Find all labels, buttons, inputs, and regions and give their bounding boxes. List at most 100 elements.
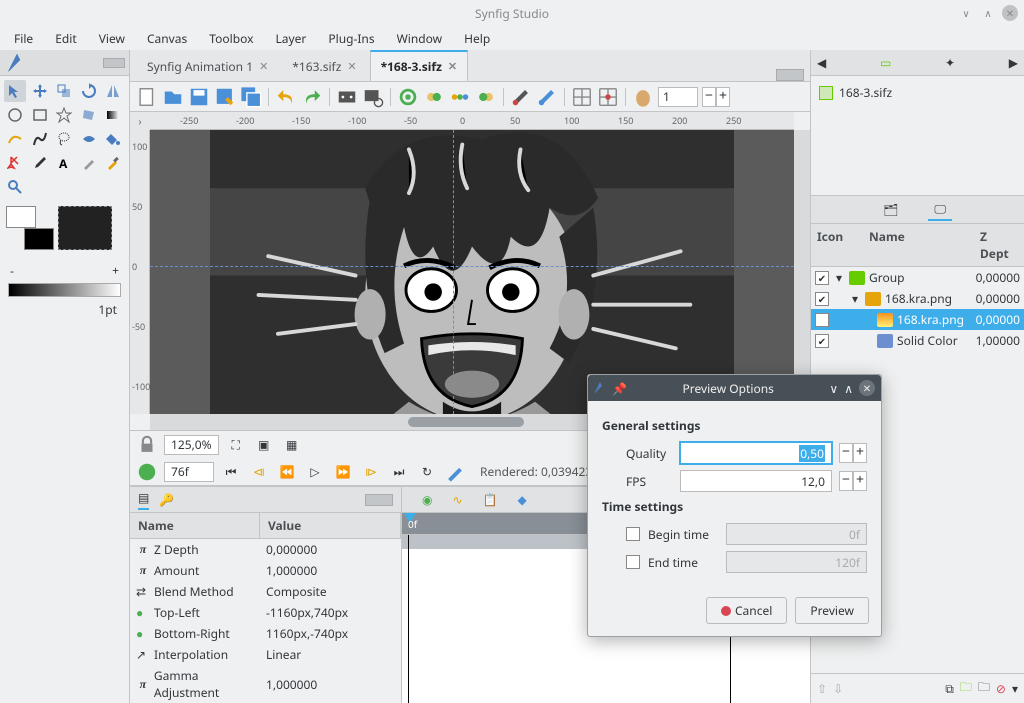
file-item[interactable]: 168-3.sifz	[817, 82, 1018, 103]
onion-next-icon[interactable]	[423, 86, 445, 108]
layer-row[interactable]: ✔ 168.kra.png 0,00000	[811, 309, 1024, 330]
menu-window[interactable]: Window	[387, 27, 453, 50]
end-time-checkbox[interactable]	[626, 555, 640, 569]
tool-spline[interactable]	[4, 128, 26, 150]
dialog-min-icon[interactable]: ∨	[829, 380, 838, 397]
frame-field[interactable]: 76f	[164, 462, 214, 482]
guide-horizontal[interactable]	[150, 266, 794, 267]
expand-icon[interactable]: ▾	[849, 290, 861, 307]
layer-delete-icon[interactable]: ⊘	[996, 680, 1006, 697]
onion-inner-icon[interactable]	[397, 86, 419, 108]
ruler-horizontal[interactable]: -250-200-150-100-50050100150200250	[150, 112, 794, 130]
tool-polygon[interactable]	[78, 104, 100, 126]
palette-icon[interactable]: ◆	[518, 491, 527, 508]
params-tab-icon[interactable]: ▤	[138, 489, 149, 510]
zoom-field[interactable]: 125,0%	[164, 435, 219, 455]
nav-back-icon[interactable]: ◀	[817, 54, 826, 71]
tool-cutout[interactable]	[4, 152, 26, 174]
visibility-checkbox[interactable]: ✔	[815, 313, 829, 327]
window-max-icon[interactable]: ∧	[980, 5, 996, 21]
tool-smooth-move[interactable]	[29, 80, 51, 102]
close-icon[interactable]: ✕	[259, 59, 268, 74]
tool-width[interactable]	[78, 128, 100, 150]
undo-icon[interactable]	[275, 86, 297, 108]
bone-setup-icon[interactable]	[510, 86, 532, 108]
cancel-button[interactable]: Cancel	[706, 597, 787, 624]
file-saveas-icon[interactable]	[214, 86, 236, 108]
window-min-icon[interactable]: ∨	[958, 5, 974, 21]
onion-skin-icon[interactable]	[632, 86, 654, 108]
layers-tab-icon[interactable]: 🗂	[883, 201, 898, 218]
begin-time-checkbox[interactable]	[626, 527, 640, 541]
onion-prev-icon[interactable]	[475, 86, 497, 108]
preview-button[interactable]: Preview	[795, 597, 869, 624]
tool-draw[interactable]	[29, 128, 51, 150]
navigator-tab-icon[interactable]: ✦	[945, 54, 955, 71]
guide-vertical[interactable]	[453, 130, 454, 414]
curves-icon[interactable]: ∿	[452, 491, 462, 508]
params-col-name[interactable]: Name	[130, 513, 260, 538]
layer-raise-icon[interactable]: ⇧	[817, 680, 827, 697]
close-icon[interactable]: ✕	[448, 59, 457, 74]
tool-circle[interactable]	[4, 104, 26, 126]
col-zdepth[interactable]: Z Dept	[974, 224, 1024, 266]
dialog-titlebar[interactable]: 📌 Preview Options ∨ ∧ ✕	[588, 375, 881, 401]
zoom-grid-icon[interactable]: ▦	[281, 434, 303, 456]
ruler-origin[interactable]: ›	[130, 112, 150, 130]
canvas[interactable]	[150, 130, 794, 414]
tool-mirror[interactable]	[102, 80, 124, 102]
minus-label[interactable]: -	[10, 262, 14, 279]
fps-input[interactable]: 12,0	[680, 470, 832, 492]
lock-aspect-icon[interactable]	[136, 434, 158, 456]
seek-back-icon[interactable]: ⏪	[276, 461, 298, 483]
menu-edit[interactable]: Edit	[45, 27, 86, 50]
layer-row[interactable]: ✔ Solid Color 1,00000	[811, 330, 1024, 351]
redo-icon[interactable]	[301, 86, 323, 108]
seek-prev-key-icon[interactable]: ⧏	[248, 461, 270, 483]
layer-menu-icon[interactable]: ▾	[1012, 680, 1018, 697]
menu-plugins[interactable]: Plug-Ins	[318, 27, 384, 50]
onion-count-input[interactable]: 1	[658, 87, 698, 107]
layer-duplicate-icon[interactable]: ⧉	[945, 680, 954, 697]
current-color-swatch[interactable]	[58, 206, 112, 250]
tool-sketch[interactable]	[78, 152, 100, 174]
dialog-max-icon[interactable]: ∧	[844, 380, 853, 397]
layer-row[interactable]: ✔ ▾ 168.kra.png 0,00000	[811, 288, 1024, 309]
ruler-vertical[interactable]: 100500-50-100	[130, 130, 150, 414]
play-icon[interactable]: ▷	[304, 461, 326, 483]
layer-group-icon[interactable]: 🗀	[960, 678, 972, 699]
col-icon[interactable]: Icon	[811, 224, 863, 266]
seek-next-key-icon[interactable]: ⧐	[360, 461, 382, 483]
tool-zoom[interactable]	[4, 176, 26, 198]
quality-decrement[interactable]: −	[839, 443, 853, 463]
seek-start-icon[interactable]: ⏮	[220, 461, 242, 483]
menu-toolbox[interactable]: Toolbox	[199, 27, 263, 50]
tool-rotate[interactable]	[78, 80, 100, 102]
dock-handle[interactable]	[776, 69, 804, 81]
preview-icon[interactable]	[362, 86, 384, 108]
canvas-browser-tab-icon[interactable]: ▭	[880, 54, 891, 71]
seek-end-icon[interactable]: ⏭	[388, 461, 410, 483]
tab-168-3-sifz[interactable]: *168-3.sifz✕	[370, 50, 469, 81]
tool-fill[interactable]	[102, 128, 124, 150]
layer-row[interactable]: ✔ ▾ Group 0,00000	[811, 267, 1024, 288]
close-icon[interactable]: ✕	[347, 59, 356, 74]
params-body[interactable]: πZ Depth0,000000 πAmount1,000000 ⇄Blend …	[130, 539, 401, 703]
tool-eyedrop[interactable]	[29, 152, 51, 174]
zoom-100-icon[interactable]: ▣	[253, 434, 275, 456]
file-saveall-icon[interactable]	[240, 86, 262, 108]
quality-increment[interactable]: +	[853, 443, 867, 463]
tool-lasso[interactable]	[53, 128, 75, 150]
params-col-value[interactable]: Value	[260, 513, 401, 538]
col-name[interactable]: Name	[863, 224, 974, 266]
tool-transform[interactable]	[4, 80, 26, 102]
fps-decrement[interactable]: −	[839, 471, 853, 491]
menu-canvas[interactable]: Canvas	[137, 27, 197, 50]
tool-text[interactable]: A	[53, 152, 75, 174]
visibility-checkbox[interactable]: ✔	[815, 334, 829, 348]
keyframes-tab-icon[interactable]: 🔑	[159, 491, 174, 508]
window-close-icon[interactable]: ✕	[1002, 5, 1018, 21]
fill-color-swatch[interactable]	[24, 228, 54, 250]
canvas-browser[interactable]: 168-3.sifz	[811, 76, 1024, 196]
file-new-icon[interactable]	[136, 86, 158, 108]
